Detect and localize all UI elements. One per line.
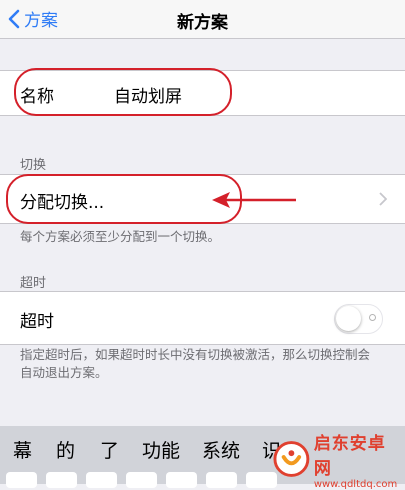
navigation-bar: 方案 新方案: [0, 0, 405, 39]
suggestion-item[interactable]: 的: [56, 436, 75, 463]
timeout-label: 超时: [20, 312, 54, 332]
suggestion-item[interactable]: 功能: [142, 436, 180, 463]
chevron-right-icon: [379, 192, 387, 206]
watermark-url: www.qdltdq.com: [313, 478, 398, 490]
timeout-section-header: 超时: [20, 276, 47, 291]
keyboard-key[interactable]: [86, 472, 117, 488]
page-title: 新方案: [177, 13, 228, 33]
toggle-knob: [336, 306, 361, 331]
annotation-arrow: [212, 192, 296, 208]
timeout-section-footer: 指定超时后，如果超时时长中没有切换被激活，那么切换控制会 自动退出方案。: [20, 346, 390, 382]
keyboard-key[interactable]: [206, 472, 237, 488]
keyboard-key[interactable]: [6, 472, 37, 488]
switch-section-header: 切换: [20, 158, 47, 173]
keyboard-key[interactable]: [46, 472, 77, 488]
keyboard-key[interactable]: [166, 472, 197, 488]
watermark: 启东安卓网 www.qdltdq.com: [273, 434, 401, 490]
suggestion-item[interactable]: 系统: [202, 436, 240, 463]
highlight-oval-name: [14, 68, 232, 116]
highlight-oval-assign: [6, 174, 242, 224]
watermark-title: 启东安卓网: [313, 433, 386, 479]
timeout-toggle[interactable]: [334, 304, 383, 334]
switch-section-footer: 每个方案必须至少分配到一个切换。: [20, 229, 221, 244]
suggestion-item[interactable]: 幕: [13, 436, 32, 463]
site-logo-icon: [273, 441, 310, 477]
toggle-off-indicator-icon: [369, 314, 376, 321]
suggestion-item[interactable]: 了: [100, 436, 119, 463]
watermark-text: 启东安卓网 www.qdltdq.com: [314, 429, 401, 490]
timeout-footer-line-1: 指定超时后，如果超时时长中没有切换被激活，那么切换控制会: [20, 347, 371, 362]
keyboard-key[interactable]: [126, 472, 157, 488]
timeout-footer-line-2: 自动退出方案。: [20, 365, 108, 380]
timeout-cell: 超时: [0, 291, 405, 345]
